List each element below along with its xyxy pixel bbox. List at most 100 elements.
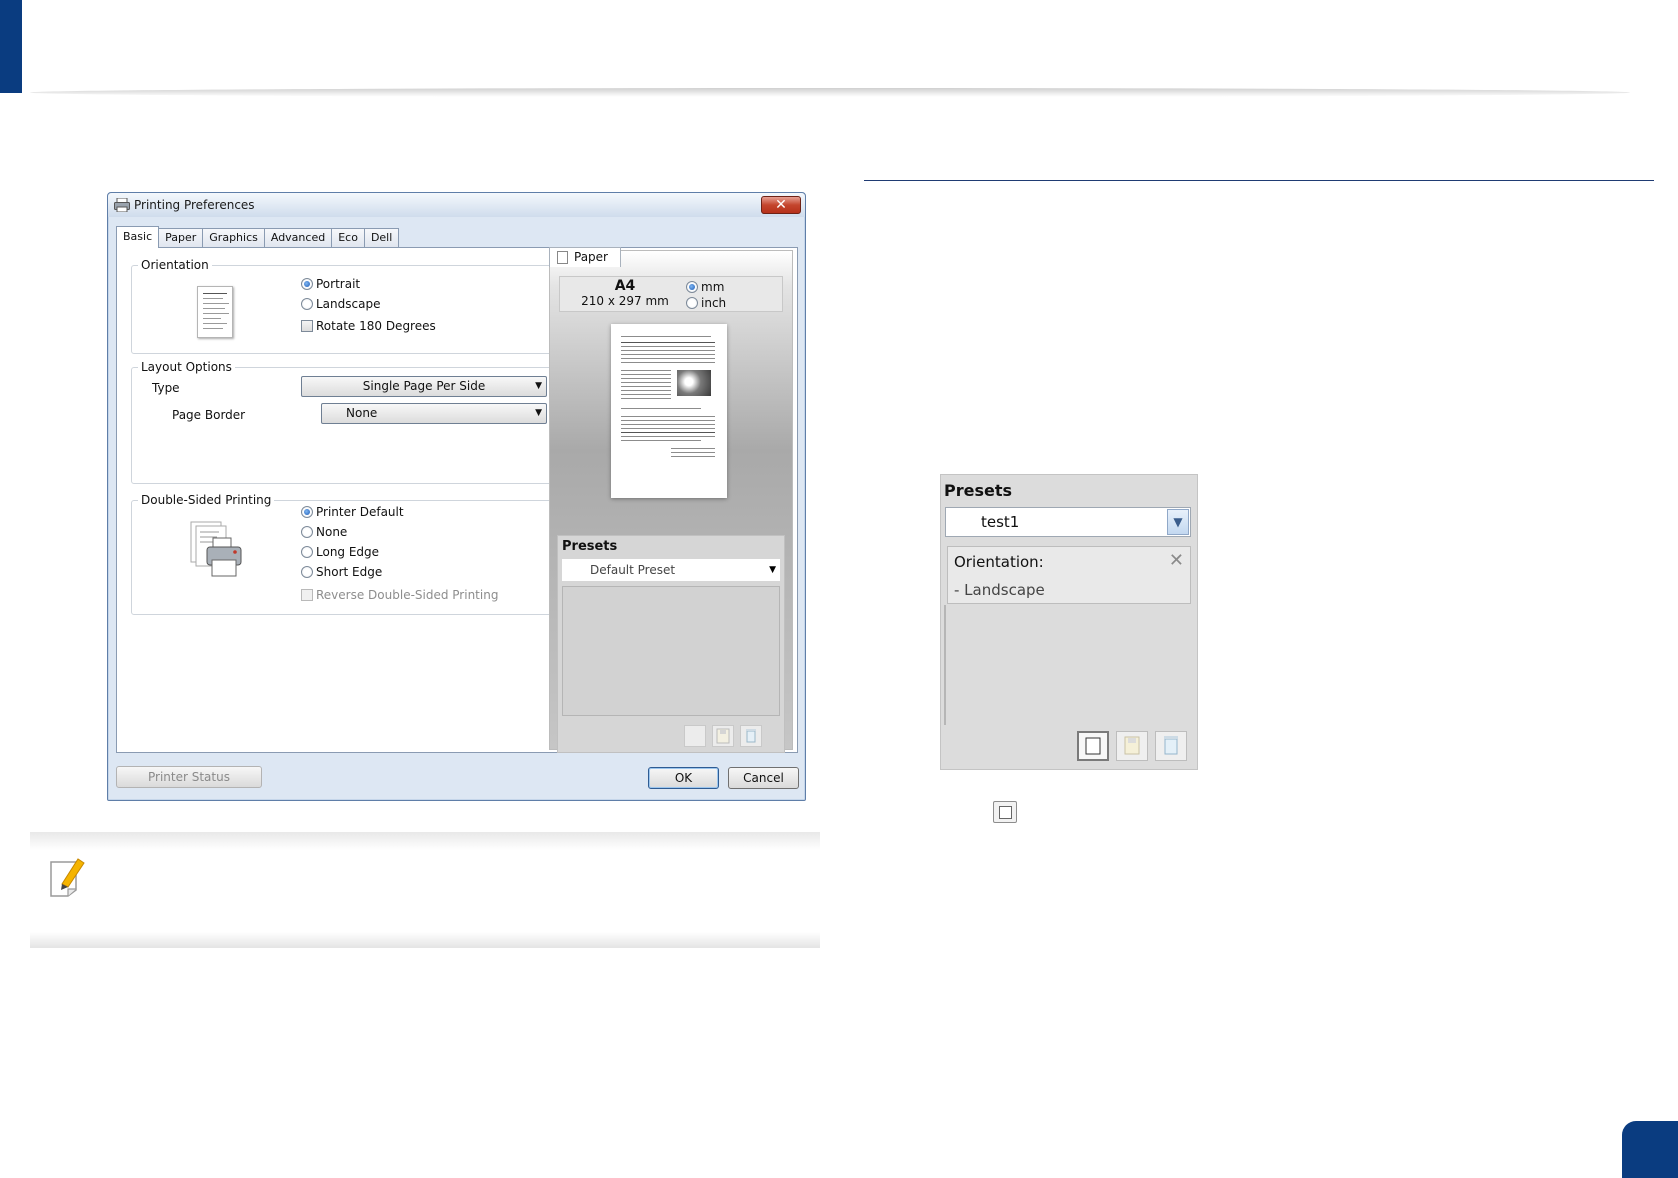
- chevron-down-icon: ▼: [535, 408, 542, 418]
- rotate-180-option[interactable]: Rotate 180 Degrees: [301, 319, 436, 333]
- type-label: Type: [152, 381, 180, 395]
- reverse-duplex-checkbox: [301, 589, 313, 601]
- duplex-printer-icon: [190, 521, 242, 577]
- tab-bar: Basic Paper Graphics Advanced Eco Dell: [116, 226, 400, 248]
- landscape-label: Landscape: [316, 297, 381, 311]
- preview-image: [677, 370, 711, 396]
- page-icon: [557, 251, 568, 264]
- tab-paper[interactable]: Paper: [158, 228, 204, 248]
- ok-button[interactable]: OK: [648, 767, 719, 789]
- short-edge-option[interactable]: Short Edge: [301, 565, 382, 579]
- unit-inch-option[interactable]: inch: [686, 296, 726, 310]
- section-rule: [864, 180, 1654, 181]
- short-edge-label: Short Edge: [316, 565, 383, 579]
- reverse-duplex-option: Reverse Double-Sided Printing: [301, 588, 498, 602]
- presets-zoom-title: Presets: [944, 481, 1013, 500]
- page-border-select[interactable]: None ▼: [321, 403, 547, 424]
- header-accent-bar: [0, 0, 22, 93]
- paper-pane-tab[interactable]: Paper: [549, 247, 621, 267]
- cancel-button[interactable]: Cancel: [728, 767, 799, 789]
- blank-page-icon: [1085, 737, 1101, 755]
- note-pencil-icon: [50, 858, 85, 897]
- paper-size-box: A4 210 x 297 mm mm inch: [559, 276, 783, 312]
- preset-details-list: [562, 586, 780, 716]
- landscape-radio[interactable]: [301, 298, 313, 310]
- new-preset-inline-icon: [993, 801, 1017, 823]
- chevron-down-icon: ▼: [769, 565, 776, 575]
- short-edge-radio[interactable]: [301, 566, 313, 578]
- preset-select[interactable]: Default Preset ▼: [562, 559, 780, 581]
- preset-select-value: Default Preset: [590, 563, 676, 577]
- long-edge-option[interactable]: Long Edge: [301, 545, 379, 559]
- layout-type-value: Single Page Per Side: [362, 379, 486, 393]
- chevron-down-icon: ▼: [535, 381, 542, 391]
- printer-status-button[interactable]: Printer Status: [116, 766, 262, 788]
- tab-graphics[interactable]: Graphics: [202, 228, 265, 248]
- reverse-duplex-label: Reverse Double-Sided Printing: [316, 588, 499, 602]
- presets-zoom-select[interactable]: test1 ▼: [945, 507, 1191, 537]
- preset-setting-card: Orientation: - Landscape ✕: [947, 546, 1191, 604]
- printer-default-radio[interactable]: [301, 506, 313, 518]
- unit-mm-option[interactable]: mm: [686, 280, 724, 294]
- layout-type-select[interactable]: Single Page Per Side ▼: [301, 376, 547, 397]
- printer-default-label: Printer Default: [316, 505, 404, 519]
- printer-default-option[interactable]: Printer Default: [301, 505, 404, 519]
- close-button[interactable]: ✕: [761, 196, 801, 214]
- tab-advanced[interactable]: Advanced: [263, 228, 333, 248]
- page-preview-thumbnail: [611, 324, 727, 498]
- save-preset-button[interactable]: [712, 725, 734, 747]
- unit-mm-radio[interactable]: [686, 281, 698, 293]
- new-preset-button[interactable]: [684, 725, 706, 747]
- paper-size-name: A4: [614, 278, 636, 294]
- tab-eco[interactable]: Eco: [331, 228, 365, 248]
- new-preset-button[interactable]: [1077, 731, 1109, 761]
- save-disk-icon: [716, 728, 730, 744]
- printing-preferences-dialog: Printing Preferences ✕ Basic Paper Graph…: [107, 192, 806, 801]
- dialog-titlebar: Printing Preferences ✕: [108, 193, 805, 217]
- portrait-label: Portrait: [316, 277, 361, 291]
- dialog-title: Printing Preferences: [134, 198, 255, 212]
- remove-setting-icon[interactable]: ✕: [1169, 550, 1184, 571]
- long-edge-radio[interactable]: [301, 546, 313, 558]
- preset-setting-value: - Landscape: [954, 581, 1045, 599]
- landscape-option[interactable]: Landscape: [301, 297, 380, 311]
- duplex-none-option[interactable]: None: [301, 525, 347, 539]
- preset-setting-label: Orientation:: [954, 553, 1044, 571]
- page-number-badge: [1622, 1121, 1678, 1178]
- presets-zoom-selected: test1: [981, 513, 1020, 531]
- rotate-180-checkbox[interactable]: [301, 320, 313, 332]
- orientation-document-icon: [197, 286, 233, 338]
- unit-inch-label: inch: [701, 296, 727, 310]
- duplex-none-label: None: [316, 525, 348, 539]
- paper-size-dimensions: 210 x 297 mm: [581, 294, 669, 308]
- long-edge-label: Long Edge: [316, 545, 380, 559]
- layout-options-legend: Layout Options: [141, 360, 232, 374]
- unit-mm-label: mm: [701, 280, 725, 294]
- chevron-down-icon[interactable]: ▼: [1167, 509, 1189, 535]
- portrait-option[interactable]: Portrait: [301, 277, 360, 291]
- note-box: [30, 832, 820, 948]
- presets-title: Presets: [562, 539, 618, 554]
- presets-panel: Presets Default Preset ▼: [557, 535, 785, 753]
- printer-icon: [114, 198, 130, 212]
- paper-pane-tab-label: Paper: [574, 250, 608, 264]
- double-sided-legend: Double-Sided Printing: [141, 493, 272, 507]
- page-border-label: Page Border: [172, 408, 246, 422]
- save-disk-icon: [1124, 736, 1140, 755]
- orientation-legend: Orientation: [141, 258, 209, 272]
- page-border-value: None: [346, 406, 378, 420]
- rotate-180-label: Rotate 180 Degrees: [316, 319, 436, 333]
- header-rule: [30, 88, 1630, 97]
- duplex-none-radio[interactable]: [301, 526, 313, 538]
- recycle-bin-icon: [746, 729, 756, 743]
- recycle-bin-icon: [1164, 736, 1178, 755]
- list-left-edge: [944, 605, 946, 725]
- unit-inch-radio[interactable]: [686, 297, 698, 309]
- portrait-radio[interactable]: [301, 278, 313, 290]
- save-preset-button[interactable]: [1116, 731, 1148, 761]
- tab-basic[interactable]: Basic: [116, 226, 160, 248]
- tab-dell[interactable]: Dell: [363, 228, 400, 248]
- delete-preset-button[interactable]: [740, 725, 762, 747]
- tab-content-basic: Orientation Portrait Landscape Rotate 18…: [116, 247, 798, 753]
- delete-preset-button[interactable]: [1155, 731, 1187, 761]
